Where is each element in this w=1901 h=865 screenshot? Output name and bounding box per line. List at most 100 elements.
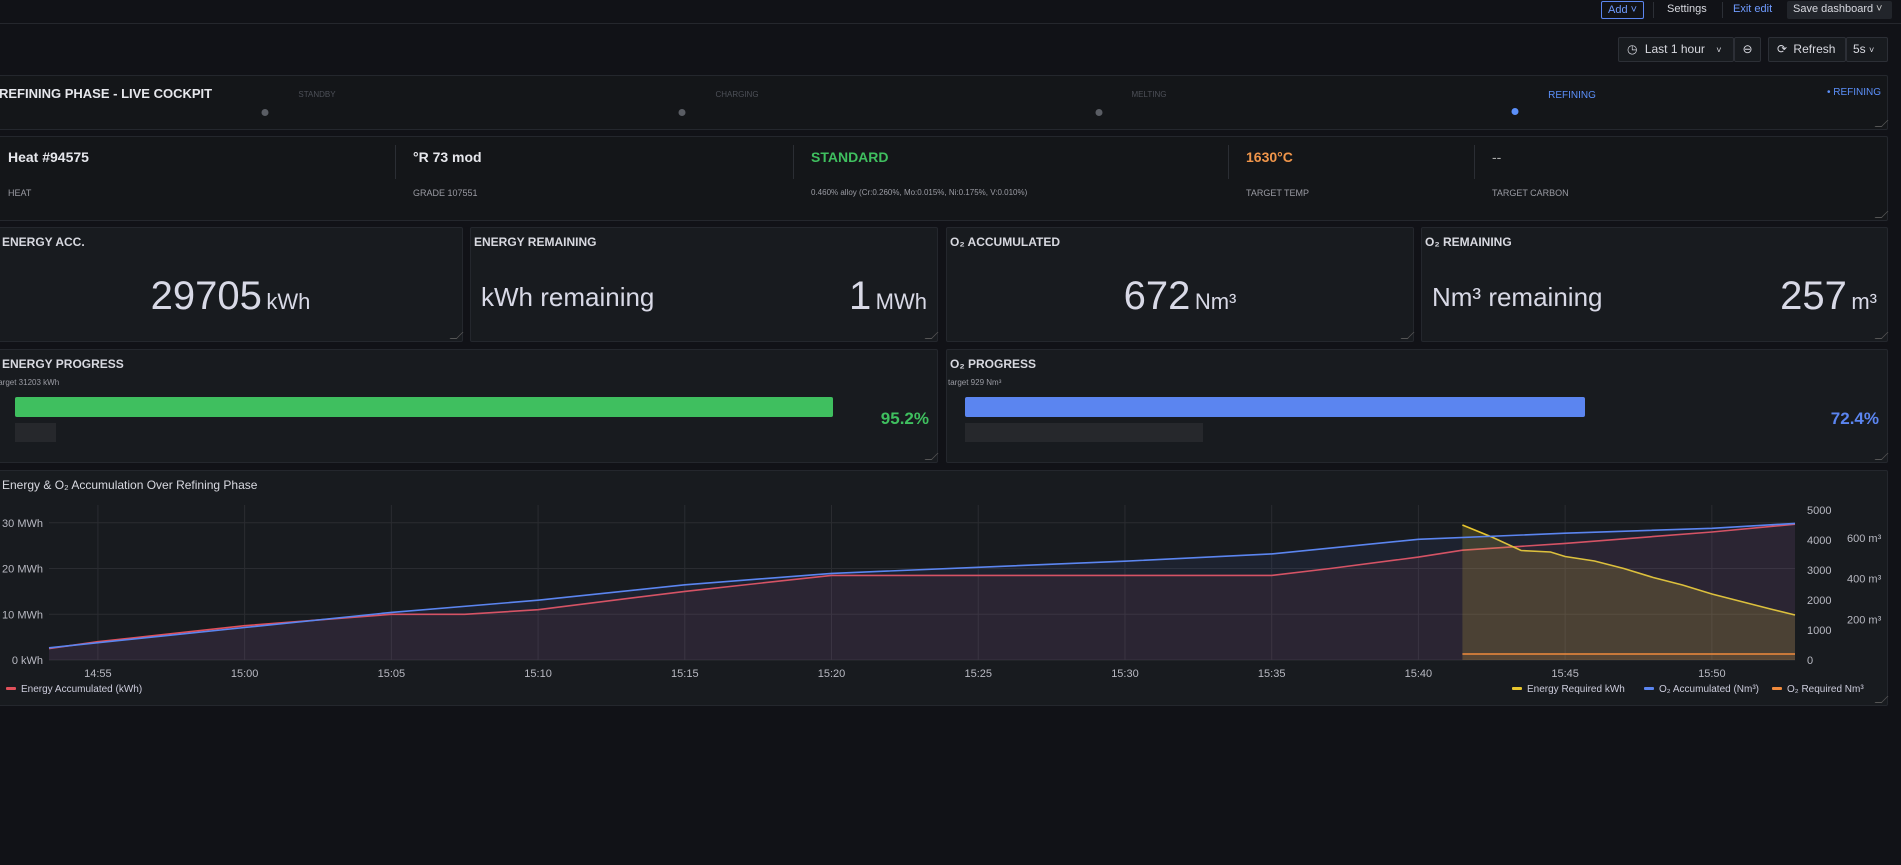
divider — [1474, 145, 1475, 179]
time-range-picker[interactable]: ◷ Last 1 hour ˅ — [1618, 37, 1734, 62]
current-phase-label: • REFINING — [1826, 87, 1881, 98]
o2-progress-panel: O₂ PROGRESS target 929 Nm³ 72.4% — [946, 349, 1889, 463]
resize-handle[interactable] — [1874, 453, 1889, 460]
y-right-tick-label: 4000 — [1807, 535, 1831, 547]
y-right2-tick-label: 200 m³ — [1847, 614, 1882, 626]
add-button[interactable]: Add ˅ — [1601, 1, 1645, 19]
panel-title: ENERGY ACC. — [2, 235, 85, 249]
step-dot — [1095, 109, 1103, 116]
accumulation-chart[interactable]: 14:55 15:00 15:05 15:10 15:15 15:20 15:25 15:30… — [0, 471, 1889, 707]
resize-handle[interactable] — [1874, 332, 1889, 339]
y-left-tick-label: 30 MWh — [2, 518, 43, 530]
alloy-label: 0.460% alloy (Cr:0.260%, Mo:0.015%, Ni:0… — [811, 188, 1028, 197]
refresh-button[interactable]: ⟳ Refresh — [1768, 37, 1846, 62]
stat-value: 1 — [848, 274, 872, 318]
settings-button[interactable]: Settings — [1661, 1, 1713, 19]
grade-label: GRADE 107551 — [413, 188, 478, 198]
divider — [395, 145, 396, 179]
stat-value: 29705 — [150, 274, 262, 318]
stat-unit: kWh — [266, 289, 311, 314]
y-right-tick-label: 5000 — [1807, 505, 1831, 517]
legend-swatch — [1772, 687, 1782, 690]
o2-remaining-stat: 257 m³ — [1780, 274, 1877, 319]
resize-handle[interactable] — [924, 453, 939, 460]
target-temp-label: TARGET TEMP — [1246, 188, 1310, 198]
step-melting: MELTING — [1131, 90, 1167, 99]
resize-handle[interactable] — [1874, 211, 1889, 218]
zoom-out-button[interactable]: ⊖ — [1734, 37, 1761, 62]
top-toolbar: Add ˅ Settings Exit edit Save dashboard … — [0, 0, 1901, 24]
grade-value: °R 73 mod — [413, 149, 482, 165]
step-standby: STANDBY — [298, 90, 336, 99]
y-left-tick-label: 10 MWh — [2, 609, 43, 621]
target-carbon-value: -- — [1492, 149, 1502, 165]
x-tick-label: 15:50 — [1698, 668, 1726, 680]
energy-acc-panel: ENERGY ACC. 29705 kWh — [0, 227, 464, 342]
target-carbon-label: TARGET CARBON — [1492, 188, 1569, 198]
stat-value: 257 — [1780, 274, 1847, 318]
energy-remaining-stat: 1 MWh — [849, 274, 927, 319]
target-temp-value: 1630°C — [1246, 149, 1293, 165]
series-area — [49, 523, 1795, 660]
y-left-tick-label: 20 MWh — [2, 564, 43, 576]
x-tick-label: 15:15 — [671, 668, 699, 680]
exit-edit-button[interactable]: Exit edit — [1727, 1, 1778, 19]
resize-handle[interactable] — [449, 332, 464, 339]
zoom-out-icon: ⊖ — [1742, 42, 1753, 56]
legend-swatch — [1512, 687, 1522, 690]
divider — [793, 145, 794, 179]
target-label: target 929 Nm³ — [948, 378, 1002, 387]
series-area — [1462, 654, 1795, 660]
stat-unit: Nm³ — [1194, 289, 1237, 314]
energy-progress-panel: ENERGY PROGRESS target 31203 kWh 95.2% — [0, 349, 939, 463]
resize-handle[interactable] — [1874, 120, 1889, 127]
heat-label: HEAT — [8, 188, 32, 198]
standard-value: STANDARD — [811, 149, 889, 165]
heat-value: Heat #94575 — [8, 149, 89, 165]
x-tick-label: 15:20 — [818, 668, 846, 680]
refresh-icon: ⟳ — [1777, 42, 1788, 56]
y-right-tick-label: 2000 — [1807, 595, 1831, 607]
interval-label: 5s — [1853, 42, 1866, 56]
refresh-label: Refresh — [1793, 42, 1836, 56]
stat-value: 672 — [1123, 274, 1191, 318]
x-tick-label: 15:45 — [1551, 668, 1579, 680]
resize-handle[interactable] — [1400, 332, 1415, 339]
o2-percent: 72.4% — [1830, 409, 1879, 428]
x-tick-label: 15:10 — [524, 668, 552, 680]
o2-progress-track — [965, 397, 1901, 417]
panel-title: ENERGY PROGRESS — [2, 357, 124, 371]
legend-item: Energy Accumulated (kWh) — [21, 684, 142, 695]
x-tick-label: 15:00 — [231, 668, 259, 680]
o2-acc-stat: 672 Nm³ — [947, 274, 1413, 319]
panel-title: O₂ PROGRESS — [950, 357, 1037, 371]
chevron-down-icon: ˅ — [1869, 45, 1875, 55]
energy-acc-stat: 29705 kWh — [0, 274, 462, 319]
x-tick-label: 15:25 — [964, 668, 992, 680]
x-tick-label: 15:40 — [1405, 668, 1433, 680]
chevron-down-icon[interactable]: ˅ — [1870, 1, 1888, 19]
time-range-label: Last 1 hour — [1644, 42, 1705, 56]
panel-title: ENERGY REMAINING — [474, 235, 597, 249]
heat-info-panel: Heat #94575 HEAT °R 73 mod GRADE 107551 … — [0, 136, 1889, 221]
refresh-interval-picker[interactable]: 5s ˅ — [1846, 37, 1888, 62]
energy-progress-fill — [15, 397, 833, 417]
step-dot — [261, 109, 269, 116]
legend-item: Energy Required kWh — [1527, 684, 1625, 695]
step-dot — [678, 109, 686, 116]
o2-acc-panel: O₂ ACCUMULATED 672 Nm³ — [946, 227, 1415, 342]
stat-unit: MWh — [875, 289, 927, 314]
x-tick-label: 14:55 — [84, 668, 112, 680]
resize-handle[interactable] — [924, 332, 939, 339]
legend-item: O₂ Accumulated (Nm³) — [1659, 684, 1759, 695]
phase-title: REFINING PHASE - LIVE COCKPIT — [0, 86, 213, 101]
divider — [1228, 145, 1229, 179]
divider — [1722, 2, 1723, 18]
remaining-text: Nm³ remaining — [1432, 282, 1603, 312]
y-right2-tick-label: 600 m³ — [1847, 533, 1882, 545]
o2-progress-fill — [965, 397, 1585, 417]
x-tick-label: 15:35 — [1258, 668, 1286, 680]
legend-swatch — [1644, 687, 1654, 690]
legend-swatch — [6, 687, 16, 690]
panel-title: O₂ REMAINING — [1425, 235, 1512, 249]
